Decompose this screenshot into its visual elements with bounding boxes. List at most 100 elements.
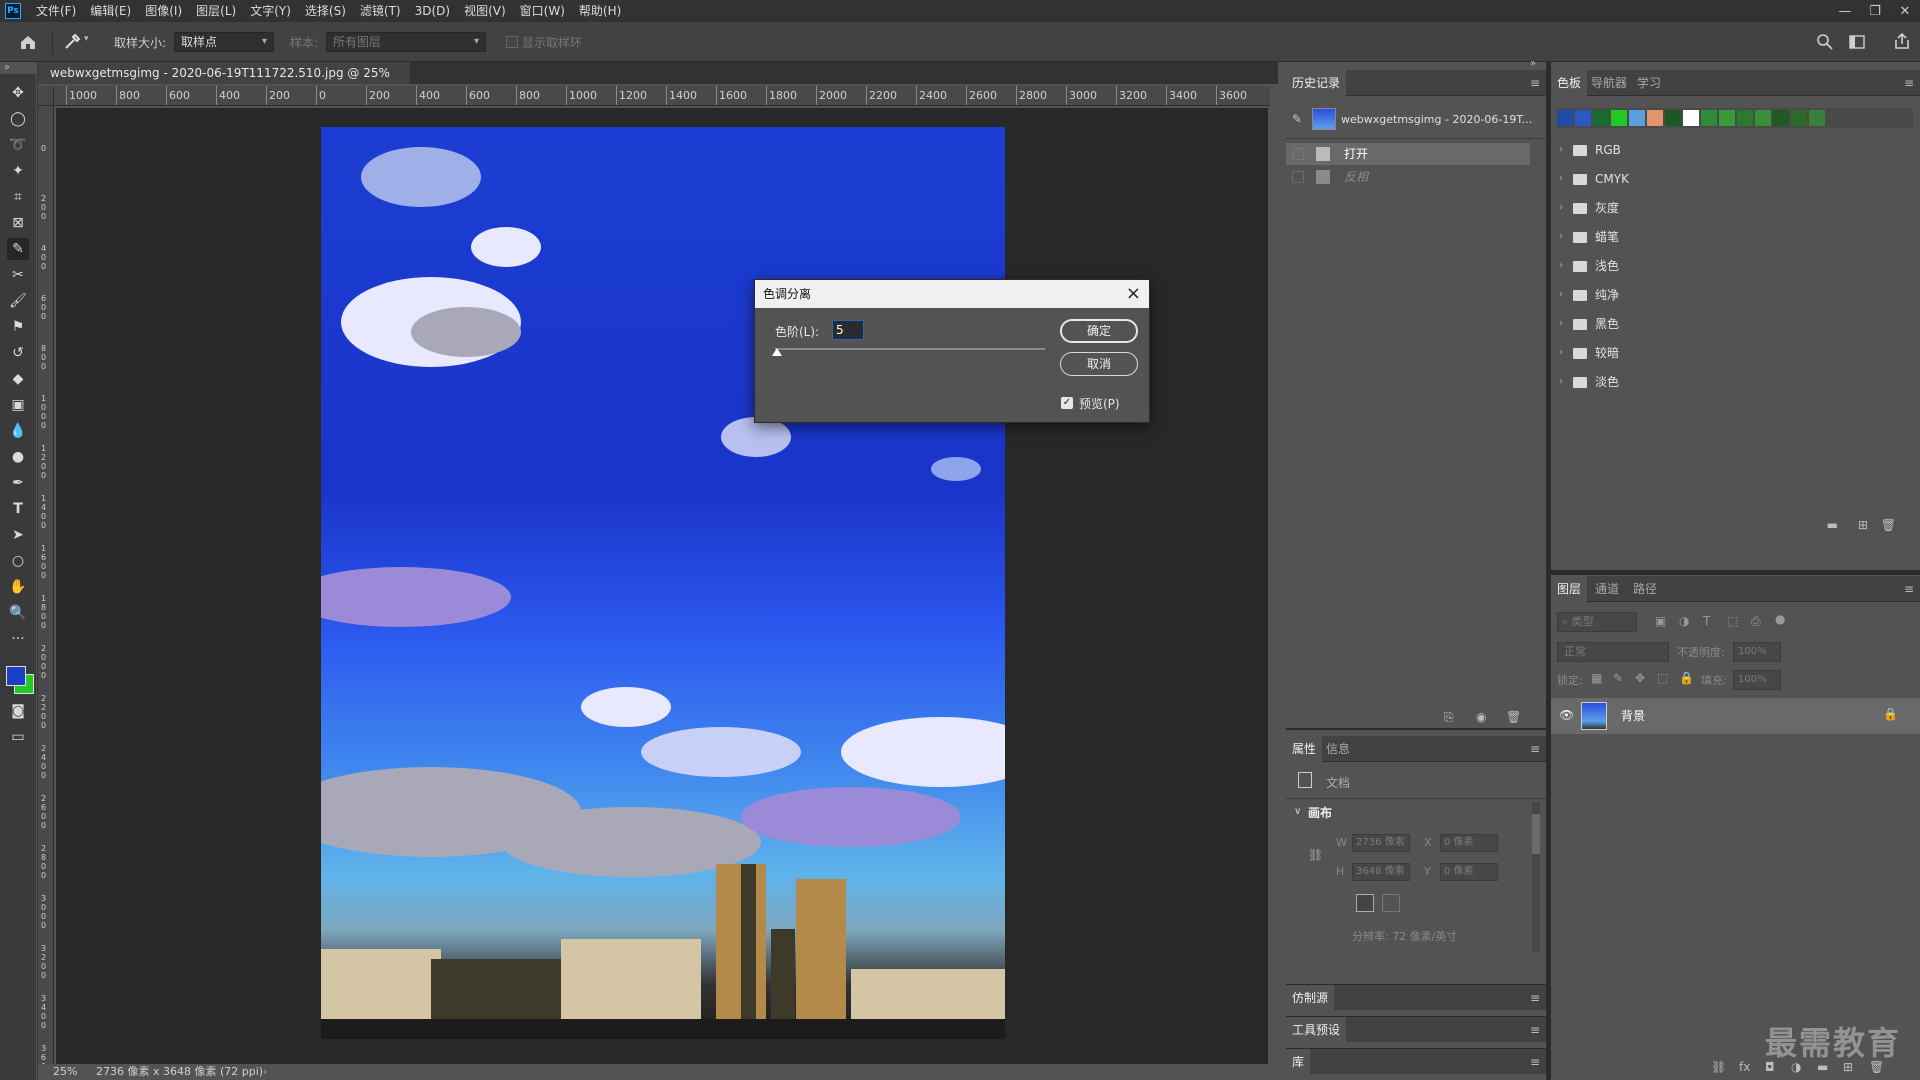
- menu-select[interactable]: 选择(S): [298, 0, 353, 22]
- dialog-close-icon[interactable]: ×: [1126, 280, 1141, 308]
- home-icon[interactable]: [18, 32, 38, 52]
- menu-window[interactable]: 窗口(W): [513, 0, 572, 22]
- color-swatch[interactable]: [1593, 110, 1609, 126]
- type-tool-icon[interactable]: T: [7, 498, 29, 520]
- type-filter-icon[interactable]: T: [1703, 614, 1710, 628]
- ellipse-tool-icon[interactable]: ○: [7, 550, 29, 572]
- screen-mode-icon[interactable]: ▭: [7, 726, 29, 748]
- menu-help[interactable]: 帮助(H): [572, 0, 628, 22]
- levels-input[interactable]: [832, 320, 864, 340]
- link-icon[interactable]: ⛓: [1308, 848, 1323, 862]
- tab-paths[interactable]: 路径: [1627, 576, 1663, 602]
- clone-source-panel-header[interactable]: 仿制源 ≡: [1286, 984, 1546, 1011]
- link-layers-icon[interactable]: ⛓: [1711, 1060, 1726, 1074]
- menu-file[interactable]: 文件(F): [29, 0, 83, 22]
- snapshot-label[interactable]: webwxgetmsgimg - 2020-06-19T...: [1341, 113, 1532, 126]
- color-swatch[interactable]: [1665, 110, 1681, 126]
- cancel-button[interactable]: 取消: [1060, 352, 1138, 376]
- show-ring-checkbox[interactable]: [506, 36, 518, 48]
- color-swatch[interactable]: [1737, 110, 1753, 126]
- minimize-icon[interactable]: —: [1830, 0, 1860, 22]
- new-folder-icon[interactable]: ▬: [1827, 518, 1838, 532]
- quick-mask-icon[interactable]: ◙: [7, 700, 29, 722]
- workspace-icon[interactable]: [1848, 33, 1866, 51]
- hand-tool-icon[interactable]: ✋: [7, 576, 29, 598]
- libraries-panel-header[interactable]: 库 ≡: [1286, 1048, 1546, 1075]
- lock-position-icon[interactable]: ✥: [1635, 671, 1645, 685]
- zoom-level[interactable]: 25%: [53, 1064, 77, 1080]
- lock-icon[interactable]: 🔒: [1883, 707, 1898, 721]
- levels-slider-track[interactable]: [775, 348, 1045, 350]
- swatch-folder[interactable]: › 纯净: [1551, 282, 1911, 308]
- portrait-orientation-icon[interactable]: [1356, 894, 1374, 912]
- eyedropper-tool-icon[interactable]: ✎: [7, 238, 29, 260]
- panel-menu-icon[interactable]: ≡: [1530, 70, 1540, 96]
- layer-filter-select[interactable]: ⌕ 类型: [1557, 612, 1637, 632]
- document-tab[interactable]: webwxgetmsgimg - 2020-06-19T111722.510.j…: [38, 62, 410, 102]
- swatch-folder[interactable]: › CMYK: [1551, 166, 1911, 192]
- color-swatch[interactable]: [1701, 110, 1717, 126]
- color-swatch[interactable]: [1791, 110, 1807, 126]
- magic-wand-tool-icon[interactable]: ✦: [7, 160, 29, 182]
- frame-tool-icon[interactable]: ⊠: [7, 212, 29, 234]
- pixel-filter-icon[interactable]: ▣: [1655, 614, 1666, 628]
- chevron-down-icon[interactable]: ∨: [1294, 806, 1301, 817]
- pen-tool-icon[interactable]: ✒: [7, 472, 29, 494]
- layer-row[interactable]: 👁 背景 🔒: [1551, 698, 1920, 734]
- color-swatch[interactable]: [1719, 110, 1735, 126]
- panel-menu-icon[interactable]: ≡: [1530, 1017, 1540, 1043]
- color-swatch[interactable]: [1647, 110, 1663, 126]
- properties-scrollbar[interactable]: [1532, 802, 1540, 952]
- menu-image[interactable]: 图像(I): [138, 0, 189, 22]
- swatch-folder[interactable]: › 灰度: [1551, 195, 1911, 221]
- swatch-folder[interactable]: › RGB: [1551, 137, 1911, 163]
- panel-menu-icon[interactable]: ≡: [1530, 736, 1540, 762]
- width-field[interactable]: 2736 像素: [1352, 834, 1410, 852]
- eye-icon[interactable]: 👁: [1559, 708, 1574, 722]
- opacity-field[interactable]: 100%: [1733, 642, 1781, 662]
- history-checkbox[interactable]: [1292, 148, 1304, 160]
- history-item[interactable]: 打开: [1286, 143, 1530, 165]
- document-image[interactable]: [321, 127, 1005, 1039]
- clone-stamp-tool-icon[interactable]: ⚑: [7, 316, 29, 338]
- menu-3d[interactable]: 3D(D): [408, 0, 457, 22]
- tab-channels[interactable]: 通道: [1589, 576, 1625, 602]
- landscape-orientation-icon[interactable]: [1382, 894, 1400, 912]
- fill-field[interactable]: 100%: [1733, 670, 1781, 690]
- color-swatch[interactable]: [1629, 110, 1645, 126]
- crop-tool-icon[interactable]: ⌗: [7, 186, 29, 208]
- zoom-tool-icon[interactable]: 🔍: [7, 602, 29, 624]
- move-tool-icon[interactable]: ✥: [7, 82, 29, 104]
- history-checkbox[interactable]: [1292, 171, 1304, 183]
- panel-menu-icon[interactable]: ≡: [1530, 1049, 1540, 1075]
- shape-filter-icon[interactable]: ⬚: [1727, 614, 1738, 628]
- filter-toggle-icon[interactable]: ●: [1775, 612, 1785, 626]
- tab-history[interactable]: 历史记录: [1286, 70, 1347, 96]
- tab-libraries[interactable]: 库: [1286, 1049, 1311, 1075]
- marquee-tool-icon[interactable]: ◯: [7, 108, 29, 130]
- swatch-folder[interactable]: › 较暗: [1551, 340, 1911, 366]
- eyedropper-icon[interactable]: [62, 32, 82, 52]
- swatch-folder[interactable]: › 浅色: [1551, 253, 1911, 279]
- tab-learn[interactable]: 学习: [1631, 70, 1667, 96]
- tool-preset-caret-icon[interactable]: ▾: [84, 34, 89, 44]
- new-swatch-icon[interactable]: ⊞: [1858, 518, 1868, 532]
- history-brush-tool-icon[interactable]: ↺: [7, 342, 29, 364]
- eraser-tool-icon[interactable]: ◆: [7, 368, 29, 390]
- color-swatch[interactable]: [1809, 110, 1825, 126]
- smart-object-filter-icon[interactable]: ⎙: [1751, 614, 1761, 629]
- gradient-tool-icon[interactable]: ▣: [7, 394, 29, 416]
- tab-clone-source[interactable]: 仿制源: [1286, 985, 1335, 1011]
- lock-transparent-icon[interactable]: ▦: [1591, 671, 1602, 685]
- lock-all-icon[interactable]: 🔒: [1679, 671, 1694, 685]
- y-field[interactable]: 0 像素: [1440, 863, 1498, 881]
- dialog-title-bar[interactable]: 色调分离: [755, 280, 1149, 308]
- scrollbar-thumb[interactable]: [1532, 814, 1540, 854]
- history-item[interactable]: 反相: [1286, 166, 1530, 188]
- blend-mode-select[interactable]: 正常: [1557, 642, 1669, 662]
- camera-icon[interactable]: ◉: [1476, 710, 1486, 724]
- ruler-origin[interactable]: [38, 86, 54, 106]
- swatch-folder[interactable]: › 黑色: [1551, 311, 1911, 337]
- status-chevron-icon[interactable]: ›: [263, 1064, 267, 1080]
- tab-tool-presets[interactable]: 工具预设: [1286, 1017, 1347, 1043]
